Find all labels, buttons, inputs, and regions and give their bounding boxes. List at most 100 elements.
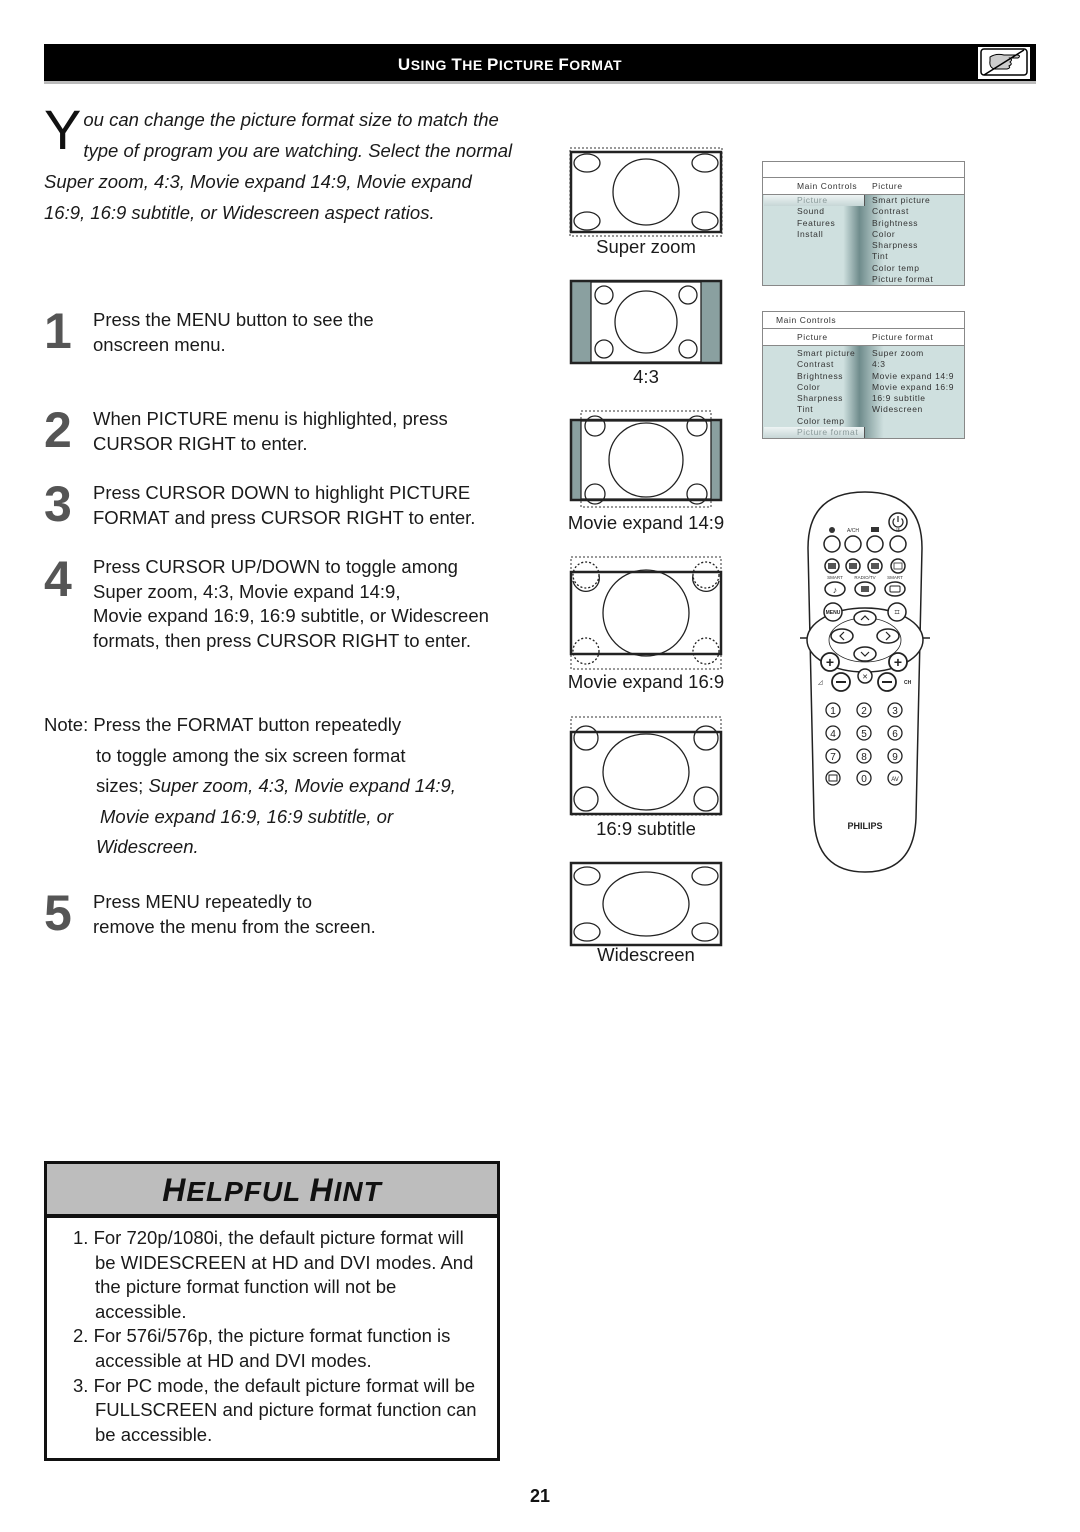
hint-list: 1. For 720p/1080i, the default picture f…	[65, 1226, 485, 1447]
remote-control: A/CH I‖ SMART RADIO/TV SMART ♪ MENU ⌗ + …	[800, 488, 930, 874]
menu-item-picture-format[interactable]: Picture format	[797, 427, 858, 438]
hint-title-cap: H	[309, 1172, 334, 1208]
menu-item[interactable]: Color temp	[872, 263, 920, 274]
menu-row[interactable]: Contrast 4:3	[763, 359, 964, 370]
menu-row[interactable]: Picture format	[763, 427, 964, 439]
volume-down-button[interactable]	[831, 672, 851, 692]
menu-row[interactable]: Sharpness	[763, 240, 964, 251]
format-label: Movie expand 16:9	[567, 671, 725, 692]
menu-row[interactable]: Brightness Movie expand 14:9	[763, 371, 964, 382]
menu-item-sound[interactable]: Sound	[797, 206, 825, 217]
menu-item[interactable]: Color	[797, 382, 820, 393]
menu-item[interactable]: Smart picture	[797, 348, 855, 359]
cursor-right-button[interactable]	[876, 628, 900, 644]
menu-row[interactable]: Smart picture Super zoom	[763, 348, 964, 359]
svg-text:✕: ✕	[862, 674, 868, 681]
sleep-icon	[829, 527, 835, 533]
menu-item-picture[interactable]: Picture	[797, 195, 828, 206]
helpful-hint-box: HELPFUL HINT 1. For 720p/1080i, the defa…	[44, 1161, 500, 1461]
svg-text:5: 5	[861, 729, 867, 740]
title-cap: P	[487, 55, 499, 74]
format-option[interactable]: 4:3	[872, 359, 886, 370]
format-button[interactable]: ⌗	[887, 602, 907, 622]
format-label: Movie expand 14:9	[567, 512, 725, 533]
menu-item[interactable]: Brightness	[872, 218, 918, 229]
smart-buttons[interactable]: ♪	[824, 581, 906, 597]
format-option[interactable]: Movie expand 16:9	[872, 382, 954, 393]
step-line: Super zoom, 4:3, Movie expand 14:9,	[93, 580, 401, 602]
step-line: Press the MENU button to see the	[93, 309, 374, 330]
channel-down-button[interactable]	[877, 672, 897, 692]
svg-text:1: 1	[830, 706, 836, 717]
svg-text:♪: ♪	[833, 585, 838, 595]
note-line: Movie expand 16:9, 16:9 subtitle, or	[44, 802, 514, 833]
svg-text:6: 6	[892, 729, 898, 740]
menu-title-bar	[763, 162, 964, 178]
channel-up-button[interactable]: +	[888, 652, 908, 672]
title-cap: F	[558, 55, 570, 74]
note-line: Widescreen.	[44, 832, 514, 863]
menu-row[interactable]: Tint Widescreen	[763, 404, 964, 415]
step-line: Movie expand 16:9, 16:9 subtitle, or Wid…	[93, 605, 489, 626]
menu-item[interactable]: Contrast	[872, 206, 909, 217]
menu-row[interactable]: Install Color	[763, 229, 964, 240]
svg-text:MENU: MENU	[826, 610, 841, 616]
menu-row[interactable]: Sound Contrast	[763, 206, 964, 217]
menu-row[interactable]: Features Brightness	[763, 218, 964, 229]
svg-text:AV: AV	[891, 777, 899, 783]
split-icon: I‖	[896, 528, 899, 534]
note-line: sizes; Super zoom, 4:3, Movie expand 14:…	[44, 771, 514, 802]
cursor-left-button[interactable]	[830, 628, 854, 644]
menu-item[interactable]: Sharpness	[872, 240, 918, 251]
format-option[interactable]: Widescreen	[872, 404, 923, 415]
menu-row[interactable]: Tint	[763, 251, 964, 262]
menu-header-right: Picture format	[872, 332, 934, 342]
step-number: 2	[44, 402, 72, 458]
menu-row[interactable]: Color Movie expand 16:9	[763, 382, 964, 393]
menu-row[interactable]: Sharpness 16:9 subtitle	[763, 393, 964, 404]
step-line: When PICTURE menu is highlighted, press	[93, 408, 448, 429]
menu-row[interactable]: Color temp	[763, 416, 964, 427]
pip-icon	[871, 527, 879, 532]
movie-expand-14-9-diagram	[569, 410, 723, 508]
menu-item[interactable]: Tint	[872, 251, 888, 262]
radiotv-label: RADIO/TV	[854, 575, 875, 580]
cursor-down-button[interactable]	[853, 646, 877, 662]
menu-item[interactable]: Color	[872, 229, 895, 240]
svg-text:0: 0	[861, 774, 867, 785]
menu-item[interactable]: Sharpness	[797, 393, 843, 404]
step-text: Press the MENU button to see the onscree…	[93, 308, 374, 357]
ch-label: CH	[904, 680, 912, 686]
menu-item[interactable]: Color temp	[797, 416, 845, 427]
menu-header-right: Picture	[872, 181, 903, 191]
step-line: formats, then press CURSOR RIGHT to ente…	[93, 629, 472, 651]
menu-item[interactable]: Picture format	[872, 274, 933, 285]
menu-item-features[interactable]: Features	[797, 218, 835, 229]
menu-row[interactable]: Color temp	[763, 263, 964, 274]
title-rest: SING	[410, 57, 447, 73]
menu-item[interactable]: Brightness	[797, 371, 843, 382]
format-option[interactable]: 16:9 subtitle	[872, 393, 926, 404]
menu-button[interactable]: MENU	[823, 602, 843, 622]
menu-item[interactable]: Tint	[797, 404, 813, 415]
menu-row[interactable]: Picture Smart picture	[763, 195, 964, 206]
menu-item[interactable]: Contrast	[797, 359, 834, 370]
menu-title: Main Controls	[776, 315, 837, 325]
volume-up-button[interactable]: +	[820, 652, 840, 672]
format-option[interactable]: Super zoom	[872, 348, 924, 359]
format-option[interactable]: Movie expand 14:9	[872, 371, 954, 382]
mute-button[interactable]: ✕	[857, 668, 873, 684]
aich-label: A/CH	[847, 528, 859, 534]
format-16-9-subtitle: 16:9 subtitle	[566, 714, 726, 839]
format-widescreen: Widescreen	[566, 860, 726, 965]
format-movie-expand-16-9: Movie expand 16:9	[566, 555, 726, 692]
format-label: Super zoom	[596, 236, 696, 257]
menu-item[interactable]: Smart picture	[872, 195, 930, 206]
onscreen-menu-main: Main Controls Picture Picture Smart pictu…	[762, 161, 965, 287]
menu-item-install[interactable]: Install	[797, 229, 823, 240]
menu-row[interactable]: Picture format	[763, 274, 964, 285]
onscreen-menu-picture: Main Controls Picture Picture format Sma…	[762, 311, 965, 440]
hint-title-rest: ELPFUL	[186, 1176, 301, 1207]
cursor-up-button[interactable]	[853, 610, 877, 626]
step-line: onscreen menu.	[93, 333, 226, 355]
